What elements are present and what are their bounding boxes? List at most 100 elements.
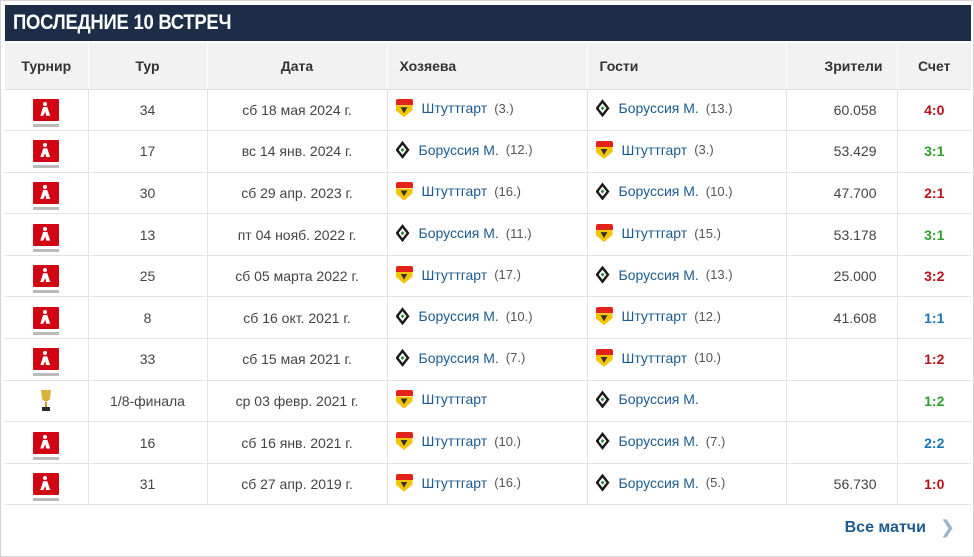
date-cell: сб 15 мая 2021 г. <box>207 338 388 381</box>
away-team[interactable]: Боруссия М. (13.) <box>595 265 733 284</box>
home-team-name[interactable]: Штуттгарт <box>422 267 488 283</box>
home-team[interactable]: Штуттгарт (3.) <box>395 99 514 118</box>
table-row[interactable]: 1/8-финала ср 03 февр. 2021 г. Штуттгарт Бо… <box>5 380 971 423</box>
away-team-name[interactable]: Боруссия М. <box>619 433 699 449</box>
home-team[interactable]: Боруссия М. (11.) <box>395 224 532 243</box>
away-team-name[interactable]: Боруссия М. <box>619 475 699 491</box>
home-cell: Штуттгарт (10.) <box>387 421 588 464</box>
tournament-cell[interactable] <box>5 255 89 298</box>
away-team-name[interactable]: Штуттгарт <box>622 350 688 366</box>
tournament-cell[interactable] <box>5 421 89 464</box>
score-cell[interactable]: 1:2 <box>897 338 971 381</box>
tournament-cell[interactable] <box>5 89 89 132</box>
away-team-name[interactable]: Боруссия М. <box>619 100 699 116</box>
home-team-name[interactable]: Боруссия М. <box>419 142 499 158</box>
home-team-name[interactable]: Штуттгарт <box>422 100 488 116</box>
table-row[interactable]: 31 сб 27 апр. 2019 г. Штуттгарт (16.) Борусс… <box>5 463 971 506</box>
away-team[interactable]: Штуттгарт (10.) <box>595 348 721 367</box>
score-cell[interactable]: 3:1 <box>897 213 971 256</box>
tournament-cell[interactable] <box>5 213 89 256</box>
away-cell: Боруссия М. <box>587 380 787 423</box>
home-team-name[interactable]: Боруссия М. <box>419 308 499 324</box>
score-cell[interactable]: 3:1 <box>897 130 971 173</box>
score-cell[interactable]: 2:1 <box>897 172 971 215</box>
home-team-name[interactable]: Боруссия М. <box>419 225 499 241</box>
column-header-home: Хозяева <box>387 43 588 90</box>
home-team-name[interactable]: Штуттгарт <box>422 433 488 449</box>
score-cell[interactable]: 3:2 <box>897 255 971 298</box>
table-row[interactable]: 16 сб 16 янв. 2021 г. Штуттгарт (10.) Борусс… <box>5 421 971 464</box>
away-team-name[interactable]: Штуттгарт <box>622 142 688 158</box>
table-row[interactable]: 34 сб 18 мая 2024 г. Штуттгарт (3.) Боруссия… <box>5 89 971 132</box>
attendance-cell: 41.608 <box>786 296 898 340</box>
home-team[interactable]: Боруссия М. (12.) <box>395 140 533 159</box>
attendance-cell: 53.429 <box>786 130 898 173</box>
bundesliga-logo-icon <box>33 223 60 252</box>
away-team-name[interactable]: Штуттгарт <box>622 308 688 324</box>
table-row[interactable]: 30 сб 29 апр. 2023 г. Штуттгарт (16.) Борусс… <box>5 172 971 215</box>
borussia-monchengladbach-crest-icon <box>395 348 410 367</box>
away-team[interactable]: Штуттгарт (12.) <box>595 307 721 326</box>
column-header-tournament: Турнир <box>5 43 89 90</box>
round-cell: 8 <box>88 296 208 340</box>
away-cell: Боруссия М. (13.) <box>587 89 787 132</box>
table-row[interactable]: 33 сб 15 мая 2021 г. Боруссия М. (7.) Штуттг… <box>5 338 971 381</box>
all-matches-link[interactable]: Все матчи ❯ <box>845 517 955 538</box>
home-team-rank: (10.) <box>494 433 521 449</box>
away-cell: Штуттгарт (3.) <box>587 130 787 173</box>
home-team[interactable]: Боруссия М. (7.) <box>395 348 525 367</box>
home-cell: Штуттгарт (16.) <box>387 463 588 506</box>
away-team[interactable]: Штуттгарт (3.) <box>595 140 714 159</box>
away-team-rank: (13.) <box>705 267 733 283</box>
score-cell[interactable]: 4:0 <box>897 89 971 132</box>
chevron-right-icon[interactable]: ❯ <box>940 517 955 538</box>
head-to-head-widget: ПОСЛЕДНИЕ 10 ВСТРЕЧ Турнир Тур Дата Хозя… <box>0 0 974 557</box>
home-team-name[interactable]: Боруссия М. <box>419 350 499 366</box>
home-team[interactable]: Штуттгарт (16.) <box>395 182 521 201</box>
away-team[interactable]: Боруссия М. (13.) <box>595 99 733 118</box>
away-team-name[interactable]: Штуттгарт <box>622 225 688 241</box>
home-team[interactable]: Штуттгарт (10.) <box>395 432 521 451</box>
tournament-cell[interactable] <box>5 380 89 423</box>
table-row[interactable]: 8 сб 16 окт. 2021 г. Боруссия М. (10.) Штутт… <box>5 296 971 340</box>
tournament-cell[interactable] <box>5 172 89 215</box>
away-team[interactable]: Боруссия М. (10.) <box>595 182 733 201</box>
away-team[interactable]: Боруссия М. <box>595 390 706 409</box>
home-cell: Боруссия М. (7.) <box>387 338 588 381</box>
home-team-name[interactable]: Штуттгарт <box>422 183 488 199</box>
all-matches-label[interactable]: Все матчи <box>845 519 926 537</box>
score-cell[interactable]: 2:2 <box>897 421 971 464</box>
date-cell: сб 05 марта 2022 г. <box>207 255 388 298</box>
home-team[interactable]: Боруссия М. (10.) <box>395 307 533 326</box>
vfb-stuttgart-crest-icon <box>395 265 413 284</box>
score-cell[interactable]: 1:2 <box>897 380 971 423</box>
home-team[interactable]: Штуттгарт (17.) <box>395 265 521 284</box>
table-row[interactable]: 17 вс 14 янв. 2024 г. Боруссия М. (12.) Штут… <box>5 130 971 173</box>
tournament-cell[interactable] <box>5 130 89 173</box>
date-cell: вс 14 янв. 2024 г. <box>207 130 388 173</box>
table-row[interactable]: 25 сб 05 марта 2022 г. Штуттгарт (17.) Борус… <box>5 255 971 298</box>
home-team-rank: (16.) <box>494 475 521 491</box>
score-cell[interactable]: 1:0 <box>897 463 971 506</box>
home-team[interactable]: Штуттгарт (16.) <box>395 473 521 492</box>
tournament-cell[interactable] <box>5 338 89 381</box>
home-team-name[interactable]: Штуттгарт <box>422 475 488 491</box>
table-row[interactable]: 13 пт 04 нояб. 2022 г. Боруссия М. (11.) Шту… <box>5 213 971 256</box>
vfb-stuttgart-crest-icon <box>595 348 613 367</box>
away-team-name[interactable]: Боруссия М. <box>619 183 699 199</box>
borussia-monchengladbach-crest-icon <box>595 182 610 201</box>
round-cell: 31 <box>88 463 208 506</box>
tournament-cell[interactable] <box>5 296 89 340</box>
away-team[interactable]: Штуттгарт (15.) <box>595 224 721 243</box>
away-team[interactable]: Боруссия М. (7.) <box>595 432 725 451</box>
score-cell[interactable]: 1:1 <box>897 296 971 340</box>
home-team-name[interactable]: Штуттгарт <box>422 391 488 407</box>
away-team[interactable]: Боруссия М. (5.) <box>595 473 725 492</box>
home-cell: Штуттгарт (16.) <box>387 172 588 215</box>
bundesliga-logo-icon <box>33 140 60 169</box>
away-team-name[interactable]: Боруссия М. <box>619 267 699 283</box>
home-team[interactable]: Штуттгарт <box>395 390 495 409</box>
tournament-cell[interactable] <box>5 463 89 506</box>
away-team-name[interactable]: Боруссия М. <box>619 391 699 407</box>
date-cell: сб 27 апр. 2019 г. <box>207 463 388 506</box>
